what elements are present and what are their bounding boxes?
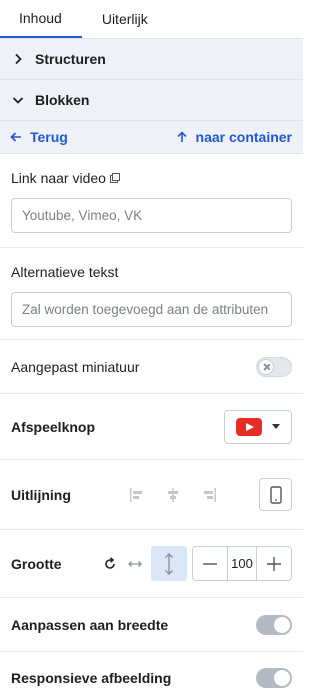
play-button-label: Afspeelknop <box>11 418 96 435</box>
mobile-view-button[interactable] <box>259 478 292 511</box>
custom-thumbnail-row: Aangepast miniatuur <box>0 340 303 394</box>
alignment-controls <box>126 478 292 511</box>
alt-text-label: Alternatieve tekst <box>11 264 119 280</box>
toggle-knob <box>274 670 290 686</box>
back-link[interactable]: Terug <box>10 129 68 145</box>
responsive-image-toggle[interactable] <box>256 668 292 688</box>
block-navigation: Terug naar container <box>0 121 303 154</box>
alt-text-input[interactable] <box>11 292 292 327</box>
chevron-down-icon <box>12 97 24 104</box>
to-container-label: naar container <box>195 129 292 145</box>
reset-size-button[interactable] <box>99 553 121 575</box>
chevron-right-icon <box>15 53 22 65</box>
arrows-vertical-icon <box>165 552 173 575</box>
tab-inhoud[interactable]: Inhoud <box>0 0 82 38</box>
horizontal-size-button[interactable] <box>124 553 146 575</box>
play-button-select[interactable] <box>224 409 292 444</box>
caret-down-icon <box>272 424 280 429</box>
arrow-up-icon <box>176 131 187 142</box>
fit-width-toggle[interactable] <box>256 614 292 635</box>
tab-bar: Inhoud Uiterlijk <box>0 0 303 39</box>
mobile-icon <box>269 485 282 504</box>
align-left-button[interactable] <box>126 484 148 506</box>
vertical-size-button[interactable] <box>151 546 187 581</box>
custom-thumbnail-label: Aangepast miniatuur <box>11 358 140 375</box>
accordion-label: Blokken <box>35 92 90 108</box>
video-link-input[interactable] <box>11 198 292 233</box>
to-container-link[interactable]: naar container <box>176 129 292 145</box>
alignment-label: Uitlijning <box>11 486 71 503</box>
youtube-icon <box>236 417 262 436</box>
responsive-image-label: Responsieve afbeelding <box>11 670 172 686</box>
size-row: Grootte 100 <box>0 530 303 598</box>
arrow-left-icon <box>10 132 21 142</box>
size-stepper: 100 <box>192 546 292 581</box>
tab-uiterlijk[interactable]: Uiterlijk <box>82 0 168 38</box>
align-left-icon <box>130 487 142 502</box>
size-label: Grootte <box>11 555 62 572</box>
play-button-row: Afspeelknop <box>0 394 303 460</box>
align-center-button[interactable] <box>162 484 184 506</box>
arrows-horizontal-icon <box>128 560 142 567</box>
fit-width-label: Aanpassen aan breedte <box>11 616 169 633</box>
plus-icon <box>267 556 281 571</box>
fit-width-row: Aanpassen aan breedte <box>0 598 303 652</box>
toggle-knob <box>258 358 274 375</box>
video-link-label: Link naar video <box>11 170 106 186</box>
align-right-icon <box>204 487 216 502</box>
align-right-button[interactable] <box>198 484 220 506</box>
accordion-structuren[interactable]: Structuren <box>0 39 303 80</box>
minus-icon <box>203 562 217 565</box>
size-value[interactable]: 100 <box>227 547 257 580</box>
custom-thumbnail-toggle[interactable] <box>256 356 292 377</box>
accordion-label: Structuren <box>35 51 106 67</box>
responsive-image-row: Responsieve afbeelding <box>0 652 303 696</box>
size-controls: 100 <box>99 546 292 581</box>
accordion-blokken[interactable]: Blokken <box>0 80 303 121</box>
alt-text-field: Alternatieve tekst <box>0 248 303 340</box>
alignment-row: Uitlijning <box>0 460 303 530</box>
toggle-knob <box>274 616 290 633</box>
reset-icon <box>105 556 115 569</box>
increase-button[interactable] <box>257 547 291 580</box>
video-link-field: Link naar video <box>0 154 303 248</box>
align-center-icon <box>168 487 178 502</box>
decrease-button[interactable] <box>193 547 227 580</box>
back-link-label: Terug <box>30 129 68 145</box>
external-link-icon <box>109 173 120 183</box>
